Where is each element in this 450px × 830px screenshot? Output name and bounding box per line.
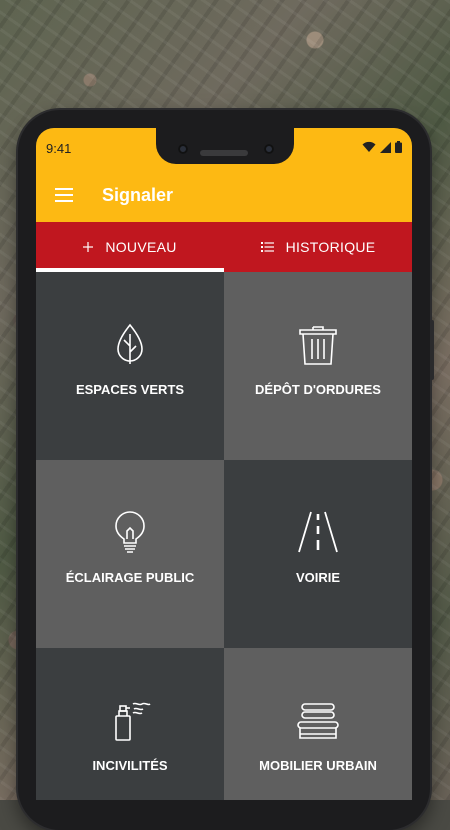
category-label: ESPACES VERTS (75, 382, 185, 397)
menu-button[interactable] (36, 168, 92, 222)
front-sensor-icon (264, 144, 274, 154)
tree-icon (117, 323, 143, 364)
bench-icon (297, 703, 339, 739)
category-label: VOIRIE (295, 570, 341, 585)
tab-historique-label: HISTORIQUE (285, 239, 376, 255)
plus-icon (83, 242, 94, 252)
phone-notch (156, 128, 294, 164)
battery-icon (395, 141, 402, 153)
tab-nouveau-label: NOUVEAU (105, 239, 177, 255)
phone-side-button (430, 320, 434, 380)
category-label: ÉCLAIRAGE PUBLIC (65, 570, 195, 585)
app-bar: Signaler (36, 168, 412, 222)
category-mobilier-urbain[interactable]: MOBILIER URBAIN (224, 648, 412, 800)
tab-bar: NOUVEAU HISTORIQUE (36, 222, 412, 272)
status-time: 9:41 (46, 141, 72, 156)
hamburger-menu-icon (55, 188, 73, 202)
category-label: DÉPÔT D'ORDURES (255, 382, 381, 397)
category-label: INCIVILITÉS (92, 758, 168, 773)
category-depot-ordures[interactable]: DÉPÔT D'ORDURES (224, 272, 412, 460)
category-grid: ESPACES VERTS DÉPÔT D'ORDURES ÉCLAIRAGE … (36, 272, 412, 800)
wifi-icon (362, 141, 376, 152)
category-label: MOBILIER URBAIN (259, 758, 377, 773)
front-camera-icon (178, 144, 188, 154)
spray-can-icon (115, 702, 151, 741)
road-icon (298, 511, 338, 553)
app-screen: 9:41 Signaler NOUVEAU HISTORIQUE ESPACES… (36, 128, 412, 800)
category-espaces-verts[interactable]: ESPACES VERTS (36, 272, 224, 460)
page-title: Signaler (102, 184, 174, 205)
list-icon (260, 242, 274, 252)
trash-icon (299, 326, 337, 365)
category-incivilites[interactable]: INCIVILITÉS (36, 648, 224, 800)
status-bar: 9:41 (36, 128, 412, 168)
category-voirie[interactable]: VOIRIE (224, 460, 412, 648)
status-icons (362, 141, 402, 153)
signal-icon (380, 141, 391, 153)
tab-historique[interactable]: HISTORIQUE (224, 222, 412, 272)
category-eclairage-public[interactable]: ÉCLAIRAGE PUBLIC (36, 460, 224, 648)
tab-nouveau[interactable]: NOUVEAU (36, 222, 224, 272)
speaker-grille (200, 150, 248, 156)
lightbulb-icon (115, 511, 145, 553)
